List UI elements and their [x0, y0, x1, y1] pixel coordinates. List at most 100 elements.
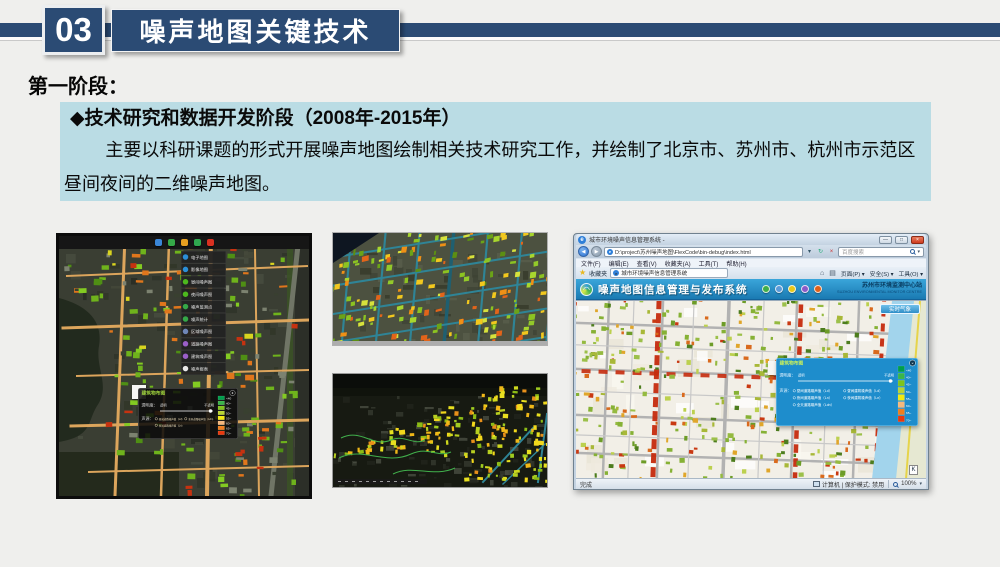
tab-title: 城市环境噪声信息管理系统: [621, 269, 687, 277]
home-icon[interactable]: ⌂: [820, 270, 824, 277]
layer-menu-item[interactable]: 噪声统计: [181, 313, 226, 325]
favorites-bar: ★ 收藏夹 e 城市环境噪声信息管理系统 ⌂ ▤ 页面(P) ▾ 安全(S) ▾ 工…: [576, 267, 926, 279]
svg-text:夜间道路噪声值（Ln）: 夜间道路噪声值（Ln）: [159, 424, 184, 428]
satellite-icon[interactable]: [775, 285, 783, 293]
menu-item[interactable]: 查看(V): [637, 259, 657, 268]
star-icon[interactable]: [788, 285, 796, 293]
refresh-button[interactable]: ↻: [816, 247, 825, 257]
address-bar[interactable]: e D:\project\苏州噪声地图\FlexCode\bin-debug\i…: [604, 247, 803, 257]
search-dropdown-icon: ▾: [917, 249, 920, 255]
measure-tool-icon[interactable]: [181, 239, 188, 246]
svg-text:全天道路噪声值（Ldn）: 全天道路噪声值（Ldn）: [797, 402, 834, 407]
svg-text:55~: 55~: [226, 416, 231, 420]
page-tool-item[interactable]: 工具(O) ▾: [899, 269, 923, 278]
menu-item[interactable]: 收藏夹(A): [665, 259, 691, 268]
favorites-label[interactable]: 收藏夹: [589, 269, 607, 278]
svg-text:40~: 40~: [906, 376, 911, 380]
layer-menu-item[interactable]: 昼间噪声图: [181, 276, 226, 288]
menu-item[interactable]: 工具(T): [699, 259, 719, 268]
minimize-button[interactable]: —: [879, 236, 892, 244]
svg-text:50~: 50~: [906, 390, 911, 394]
noise-map-2d-screenshot: 电子地图影像地图昼间噪声图夜间噪声图噪声监测点噪声统计区域噪声图道路噪声图建筑噪…: [56, 233, 312, 499]
tab-favicon: e: [613, 270, 619, 276]
highlight-box: ◆技术研究和数据开发阶段（2008年-2015年） 主要以科研课题的形式开展噪声…: [60, 102, 931, 201]
opacity-slider-handle[interactable]: [889, 379, 892, 382]
close-button[interactable]: ×: [911, 236, 924, 244]
search-box[interactable]: 百度搜索 ▾: [838, 247, 924, 257]
site-logo-icon: ◠: [580, 283, 593, 296]
svg-text:夜间道路噪声值（Ln）: 夜间道路噪声值（Ln）: [797, 395, 832, 400]
svg-text:60~: 60~: [906, 404, 911, 408]
legend-tool-icon[interactable]: [194, 239, 201, 246]
layer-menu-item[interactable]: 噪声报表: [181, 363, 226, 375]
layer-menu-item[interactable]: 道路噪声图: [181, 338, 226, 350]
legend-control-panel[interactable]: 建筑物布图<4040~45~50~55~60~65~70~透明度：透明不透明声源…: [138, 388, 238, 439]
ie-logo-icon: e: [578, 236, 586, 244]
zoom-dropdown-icon: ▾: [919, 481, 922, 487]
window-title-bar: e 城市环境噪声信息管理系统 - — □ ×: [576, 234, 926, 245]
svg-text:70~: 70~: [906, 418, 911, 422]
home-icon[interactable]: [814, 285, 822, 293]
layer-dropdown-menu[interactable]: 电子地图影像地图昼间噪声图夜间噪声图噪声监测点噪声统计区域噪声图道路噪声图建筑噪…: [181, 251, 226, 375]
stop-button[interactable]: ×: [827, 247, 836, 257]
noise-map-3d-canvas[interactable]: [333, 233, 547, 345]
svg-text:<40: <40: [906, 368, 912, 372]
noise-layer-panel[interactable]: 建筑物布图×<4040~45~50~55~60~65~70~透明度：透明不透明声…: [776, 358, 918, 426]
svg-text:昼间道路噪声值（Ld）: 昼间道路噪声值（Ld）: [797, 388, 832, 393]
zoom-control[interactable]: 100% ▾: [893, 481, 922, 487]
maximize-button[interactable]: □: [895, 236, 908, 244]
page-title: 噪声地图关键技术: [111, 9, 400, 52]
layer-menu-item[interactable]: 建筑噪声图: [181, 350, 226, 362]
globe-icon[interactable]: [762, 285, 770, 293]
back-button[interactable]: ◀: [578, 246, 589, 257]
search-icon: [910, 249, 915, 254]
svg-text:建筑噪声图: 建筑噪声图: [191, 353, 212, 360]
svg-text:50~: 50~: [226, 411, 231, 415]
svg-text:60~: 60~: [226, 421, 231, 425]
svg-text:45~: 45~: [226, 406, 231, 410]
page-tool-item[interactable]: 安全(S) ▾: [870, 269, 894, 278]
opacity-slider-handle[interactable]: [209, 409, 212, 412]
menu-item[interactable]: 编辑(E): [609, 259, 629, 268]
phase-label: 第一阶段：: [28, 70, 128, 99]
layer-menu-item[interactable]: 电子地图: [181, 251, 226, 263]
layer-menu-item[interactable]: 噪声监测点: [181, 301, 226, 313]
layers-tool-icon[interactable]: [155, 239, 162, 246]
window-title: 城市环境噪声信息管理系统 -: [589, 235, 876, 244]
svg-text:70~: 70~: [226, 431, 231, 435]
favorites-star-icon[interactable]: ★: [579, 269, 586, 277]
compass-icon[interactable]: [801, 285, 809, 293]
forward-button[interactable]: ▶: [591, 246, 602, 257]
noise-map-3d-terrain-canvas[interactable]: [333, 374, 547, 487]
svg-text:噪声监测点: 噪声监测点: [191, 303, 213, 310]
menu-item[interactable]: 帮助(H): [726, 259, 746, 268]
address-dropdown-icon[interactable]: ▾: [805, 247, 814, 257]
page-tool-item[interactable]: 页面(P) ▾: [841, 269, 865, 278]
svg-text:全天道路噪声值（Ldn）: 全天道路噪声值（Ldn）: [188, 417, 215, 421]
svg-text:昼间道路噪声值（Ld）: 昼间道路噪声值（Ld）: [159, 417, 184, 421]
svg-text:不透明: 不透明: [204, 403, 214, 408]
organization-name-cn: 苏州市环境监测中心站: [837, 283, 922, 290]
menu-item[interactable]: 文件(F): [581, 259, 601, 268]
layer-menu-item[interactable]: 夜间噪声图: [181, 288, 226, 300]
svg-text:区域噪声图: 区域噪声图: [191, 328, 212, 335]
marker-tool-icon[interactable]: [168, 239, 175, 246]
page-tools: ⌂ ▤ 页面(P) ▾ 安全(S) ▾ 工具(O) ▾: [820, 269, 923, 278]
layer-menu-item[interactable]: 影像地图: [181, 264, 226, 276]
print-icon[interactable]: ▤: [829, 270, 836, 277]
print-tool-icon[interactable]: [207, 239, 214, 246]
layer-menu-item[interactable]: 区域噪声图: [181, 326, 226, 338]
site-title: 噪声地图信息管理与发布系统: [598, 282, 748, 297]
svg-text:40~: 40~: [226, 401, 231, 405]
highlight-body: 主要以科研课题的形式开展噪声地图绘制相关技术研究工作，并绘制了北京市、苏州市、杭…: [64, 133, 923, 201]
protected-mode-status: 计算机 | 保护模式: 禁用: [813, 480, 884, 489]
svg-text:噪声报表: 噪声报表: [191, 365, 209, 372]
svg-text:声源：: 声源：: [142, 415, 154, 421]
svg-text:夜间噪声图: 夜间噪声图: [191, 291, 212, 298]
svg-text:影像地图: 影像地图: [191, 266, 208, 273]
banner-icons: [762, 285, 822, 293]
svg-text:不透明: 不透明: [884, 373, 894, 378]
tab-noise-system[interactable]: e 城市环境噪声信息管理系统: [610, 268, 728, 278]
weather-button[interactable]: 实时气象: [880, 304, 920, 314]
compass-widget-icon[interactable]: K: [909, 465, 918, 475]
